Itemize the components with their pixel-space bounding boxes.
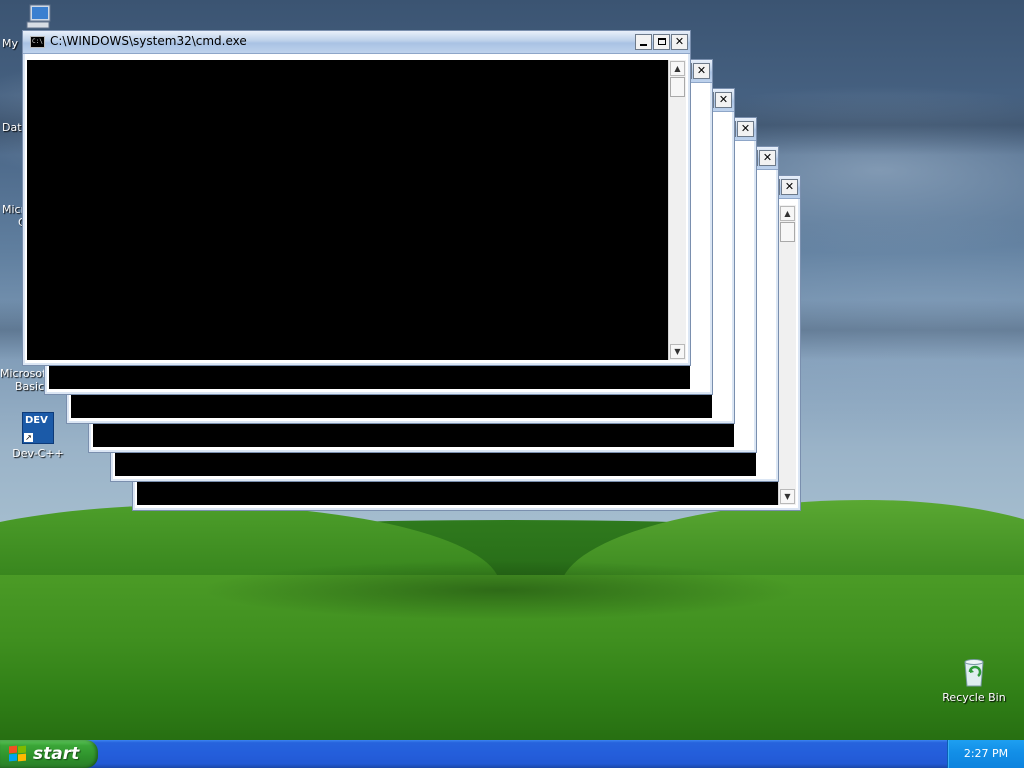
- cmd-icon: C:\: [30, 36, 45, 48]
- minimize-icon: [640, 44, 647, 46]
- window-title: C:\WINDOWS\system32\cmd.exe: [50, 34, 247, 48]
- close-button[interactable]: ✕: [671, 34, 688, 50]
- scroll-down-button[interactable]: ▼: [670, 344, 685, 359]
- scroll-down-button[interactable]: ▼: [780, 489, 795, 504]
- shortcut-arrow-icon: ↗: [24, 433, 33, 442]
- dev-cpp-icon: DEV ↗: [22, 412, 54, 444]
- windows-logo-icon: [9, 745, 27, 762]
- dev-cpp-badge: DEV: [25, 415, 48, 426]
- desktop-icon-label: Basic: [15, 380, 45, 393]
- clock[interactable]: 2:27 PM: [948, 747, 1024, 760]
- meadow-shade: [200, 560, 800, 620]
- scroll-thumb[interactable]: [780, 222, 795, 242]
- vertical-scrollbar[interactable]: ▲ ▼: [778, 205, 796, 505]
- desktop-icon-microsoft-basic[interactable]: Microsof Basic: [0, 367, 48, 393]
- desktop-icon-recycle-bin[interactable]: Recycle Bin: [938, 656, 1010, 704]
- system-tray[interactable]: 2:27 PM: [947, 740, 1024, 768]
- start-label: start: [33, 744, 80, 764]
- desktop-icon-dev-cpp[interactable]: DEV ↗ Dev-C++: [2, 412, 74, 460]
- desktop-icon-label: Microsof: [0, 367, 46, 380]
- desktop-icon-label: Dev-C++: [12, 447, 64, 460]
- scroll-thumb[interactable]: [670, 77, 685, 97]
- maximize-button[interactable]: [653, 34, 670, 50]
- scroll-up-button[interactable]: ▲: [780, 206, 795, 221]
- start-button[interactable]: start: [0, 740, 98, 768]
- close-button[interactable]: ✕: [715, 92, 732, 108]
- recycle-bin-icon: [958, 656, 990, 688]
- console-area[interactable]: [27, 60, 668, 360]
- taskbar[interactable]: start 2:27 PM: [0, 740, 1024, 768]
- close-button[interactable]: ✕: [759, 150, 776, 166]
- scroll-up-button[interactable]: ▲: [670, 61, 685, 76]
- close-button[interactable]: ✕: [781, 179, 798, 195]
- desktop-icon-label: Recycle Bin: [942, 691, 1006, 704]
- vertical-scrollbar[interactable]: ▲ ▼: [668, 60, 686, 360]
- cmd-window-front[interactable]: C:\ C:\WINDOWS\system32\cmd.exe ✕ ▲ ▼: [22, 30, 691, 366]
- title-bar[interactable]: C:\ C:\WINDOWS\system32\cmd.exe ✕: [23, 31, 690, 54]
- close-button[interactable]: ✕: [693, 63, 710, 79]
- minimize-button[interactable]: [635, 34, 652, 50]
- close-button[interactable]: ✕: [737, 121, 754, 137]
- maximize-icon: [657, 38, 666, 45]
